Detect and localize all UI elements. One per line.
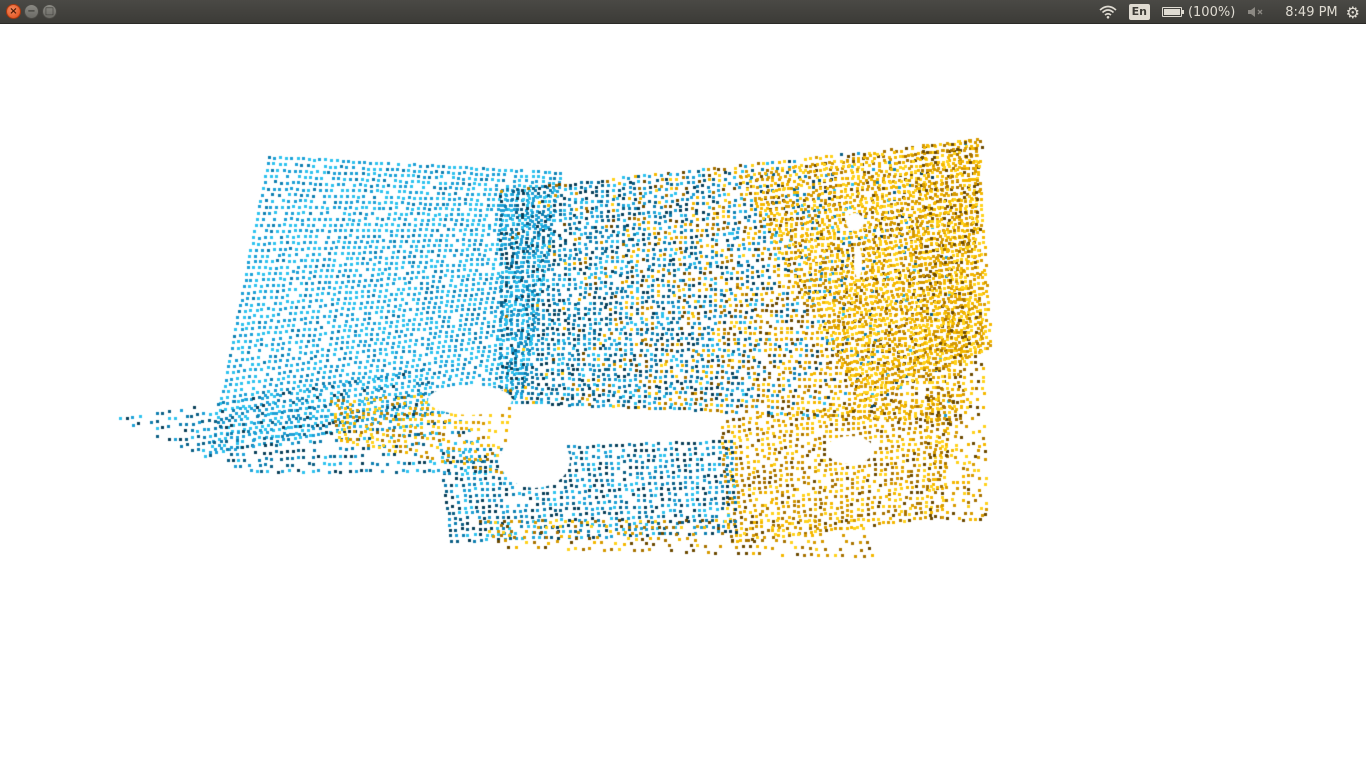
close-icon: × (9, 5, 18, 17)
language-indicator[interactable]: En (1123, 0, 1156, 24)
point-cloud-viewport[interactable] (0, 24, 1366, 768)
close-button[interactable]: × (6, 4, 21, 19)
volume-muted-icon (1248, 7, 1263, 17)
battery-level (1163, 9, 1180, 15)
clock[interactable]: 8:49 PM (1271, 5, 1345, 20)
language-label: En (1128, 4, 1150, 20)
gear-icon[interactable]: ⚙ (1346, 3, 1366, 22)
battery-icon (1161, 7, 1184, 17)
battery-label: (100%) (1187, 4, 1236, 20)
indicator-area: En (100%) 8:49 PM ⚙ (1093, 0, 1366, 24)
volume-indicator[interactable] (1241, 0, 1271, 24)
window-controls: × − □ (6, 4, 57, 19)
battery-indicator[interactable]: (100%) (1156, 0, 1241, 24)
maximize-button[interactable]: □ (42, 4, 57, 19)
minimize-icon: − (27, 5, 36, 17)
wifi-icon (1099, 5, 1117, 19)
minimize-button[interactable]: − (24, 4, 39, 19)
point-cloud-canvas[interactable] (0, 24, 1366, 768)
top-panel: × − □ En (100%) 8:49 PM ⚙ (0, 0, 1366, 24)
wifi-indicator[interactable] (1093, 0, 1123, 24)
maximize-icon: □ (44, 5, 55, 17)
